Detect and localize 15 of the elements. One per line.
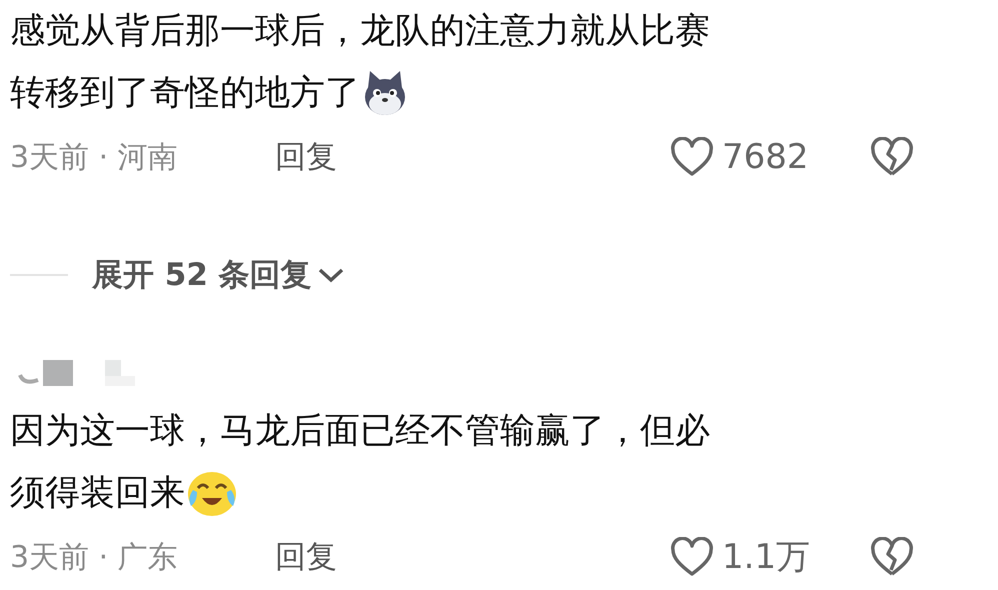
comment-text: 因为这一球，马龙后面已经不管输赢了，但必 — [10, 410, 710, 453]
comment-text: 感觉从背后那一球后，龙队的注意力就从比赛 — [10, 10, 710, 53]
heart-icon[interactable] — [670, 537, 714, 577]
comment-text: 转移到了奇怪的地方了 — [10, 72, 360, 115]
expand-replies-button[interactable]: 展开 52 条回复 — [92, 254, 346, 296]
broken-heart-icon[interactable] — [870, 537, 914, 577]
comment-text: 须得装回来 — [10, 472, 185, 515]
like-count: 1.1万 — [722, 536, 810, 579]
reply-button[interactable]: 回复 — [275, 536, 670, 578]
broken-heart-icon[interactable] — [870, 137, 914, 177]
time-location: 3天前 · 广东 — [10, 538, 179, 576]
time-location: 3天前 · 河南 — [10, 138, 179, 176]
like-count: 7682 — [722, 137, 809, 177]
reply-button[interactable]: 回复 — [275, 136, 670, 178]
heart-icon[interactable] — [670, 137, 714, 177]
